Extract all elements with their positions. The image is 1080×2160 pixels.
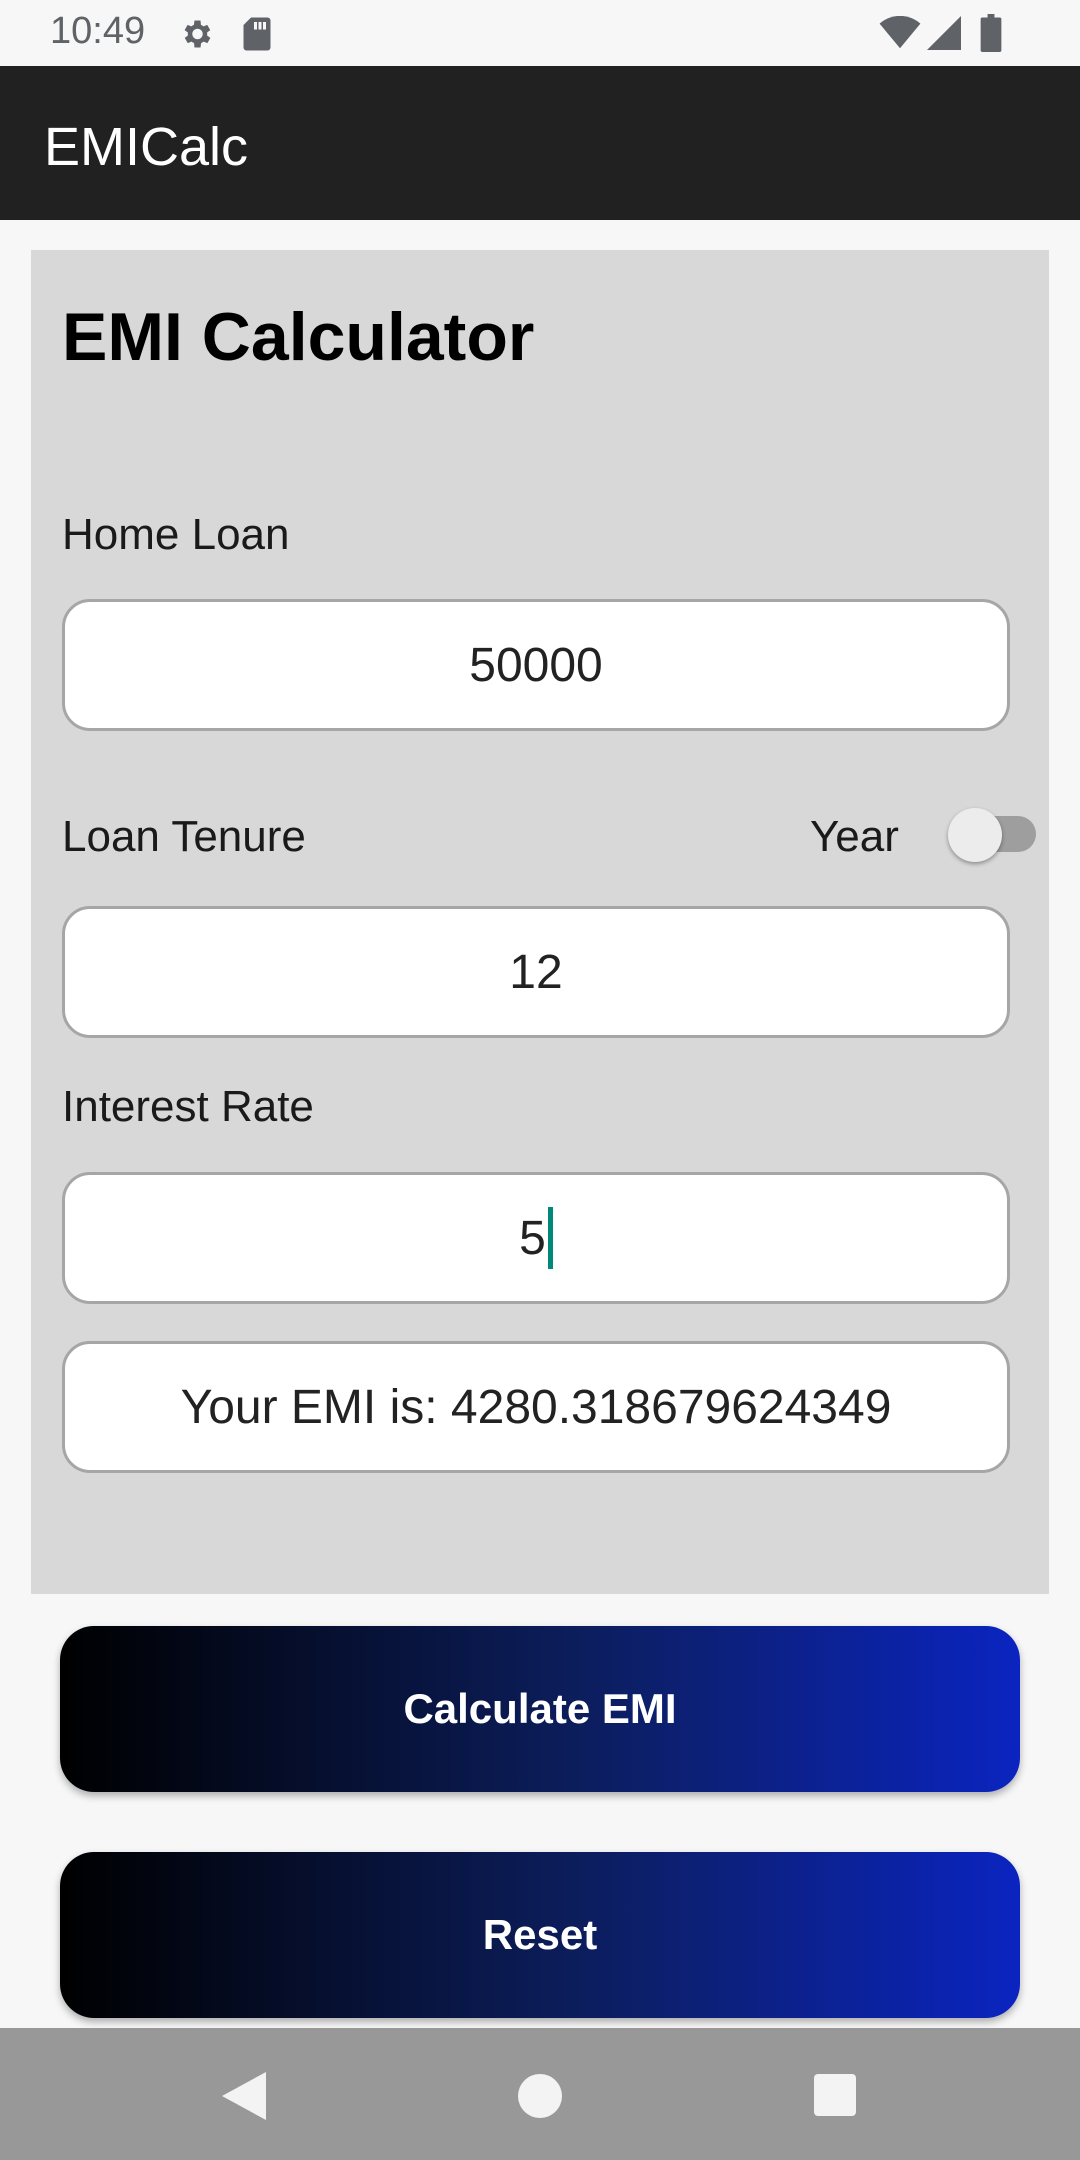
wifi-icon [879, 16, 921, 49]
interest-rate-input[interactable]: 5 [62, 1172, 1010, 1304]
status-time: 10:49 [50, 10, 146, 52]
battery-icon [980, 14, 1002, 52]
recents-icon[interactable] [814, 2074, 856, 2116]
status-bar: 10:49 [0, 0, 1080, 66]
app-title: EMICalc [44, 117, 249, 177]
loan-tenure-input[interactable]: 12 [62, 906, 1010, 1038]
emi-result-box: Your EMI is: 4280.318679624349 [62, 1341, 1010, 1473]
calculate-emi-button[interactable]: Calculate EMI [60, 1626, 1020, 1792]
interest-rate-value: 5 [519, 1211, 546, 1265]
sd-card-icon [243, 17, 271, 51]
loan-tenure-label: Loan Tenure [62, 812, 306, 861]
home-loan-input[interactable]: 50000 [62, 599, 1010, 731]
emi-calculator-card: EMI Calculator Home Loan 50000 Loan Tenu… [31, 250, 1049, 1594]
loan-tenure-value: 12 [509, 945, 563, 999]
back-icon[interactable] [222, 2072, 266, 2120]
settings-icon [184, 20, 211, 48]
app-bar: EMICalc [0, 66, 1080, 220]
tenure-unit-label: Year [810, 812, 899, 861]
page-title: EMI Calculator [62, 299, 535, 375]
home-icon[interactable] [518, 2074, 562, 2118]
navigation-bar [0, 2028, 1080, 2160]
home-loan-value: 50000 [469, 638, 603, 692]
text-cursor [547, 1207, 553, 1269]
emi-result-text: Your EMI is: 4280.318679624349 [180, 1380, 892, 1434]
reset-button[interactable]: Reset [60, 1852, 1020, 2018]
home-loan-label: Home Loan [62, 510, 290, 559]
cell-signal-icon [927, 16, 961, 50]
year-toggle-thumb[interactable] [948, 808, 1002, 862]
interest-rate-label: Interest Rate [62, 1082, 314, 1131]
